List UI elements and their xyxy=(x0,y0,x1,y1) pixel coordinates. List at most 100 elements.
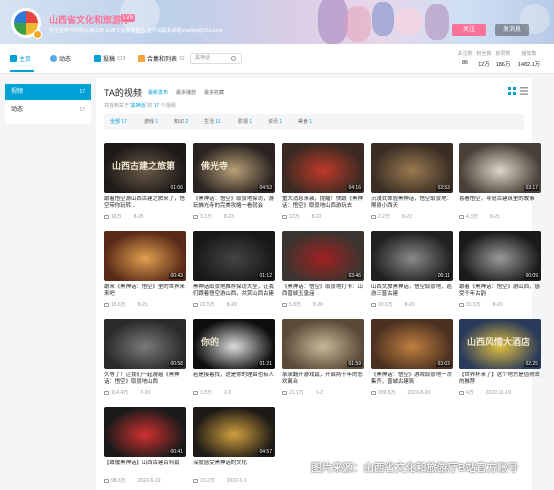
video-card[interactable]: 04:16 重大消息来袭，提醒！快跟《黑神话：悟空》取景地山西游玩去 12万 8-22 xyxy=(282,143,364,227)
tab-dynamic[interactable]: 动态 xyxy=(50,54,71,63)
video-thumbnail[interactable]: 00:43 xyxy=(104,231,186,281)
video-thumbnail[interactable]: 03:46 xyxy=(282,231,364,281)
video-title[interactable]: 【世界杯来了】这个地方是值得去的推荐 xyxy=(459,372,541,386)
filter-knowledge[interactable]: 知识 2 xyxy=(174,118,188,125)
profile-navbar: 主页 动态 投稿 613 合集和列表 22 黑神话 关注数 86 粉丝数 12万… xyxy=(0,44,554,74)
result-keyword: 黑神话 xyxy=(130,103,146,109)
tab-home[interactable]: 主页 xyxy=(10,54,31,63)
home-icon xyxy=(10,55,17,62)
message-button[interactable]: 发消息 xyxy=(495,24,529,36)
image-source-watermark: 图片来源：山西省文化和旅游厅B站官方账号 xyxy=(311,462,519,474)
video-thumbnail[interactable]: 04:57 xyxy=(193,407,275,457)
video-card[interactable]: 03:17 喜看悟空，寻觅古建筑里的故事 4.3万 8-21 xyxy=(459,143,541,227)
video-title[interactable]: 跟着《黑神话：悟空》游山西，感受千年古韵 xyxy=(459,284,541,298)
video-card[interactable]: 04:57 深度感受黑神话的文化 10.2万 2022-1-1 xyxy=(193,407,275,490)
video-meta: 1.8万 2-3 xyxy=(193,389,231,396)
video-title[interactable]: 跟来《黑神话：悟空》里的世界来来吧 xyxy=(104,284,186,298)
video-date: 8-23 xyxy=(223,214,234,220)
filter-all[interactable]: 全部 17 xyxy=(110,118,127,125)
video-thumbnail[interactable]: 山西古建之旅第 01:06 xyxy=(104,143,186,193)
video-thumbnail[interactable]: 01:12 xyxy=(193,231,275,281)
video-card[interactable]: 01:12 黑神话取景地推荐探访大全，让我们跟着悟空游山西，共赏山西古建 22.5万… xyxy=(193,231,275,315)
stat-likes: 获赞数 186万 xyxy=(492,50,514,68)
video-meta: 10.2万 2022-1-1 xyxy=(193,477,247,484)
tab-uploads-label: 投稿 xyxy=(103,57,116,63)
video-thumbnail[interactable]: 01:59 xyxy=(282,319,364,369)
video-card[interactable]: 00:43 跟来《黑神话：悟空》里的世界来来吧 15.6万 8-21 xyxy=(104,231,186,315)
stat-plays: 播放数 1482.1万 xyxy=(514,50,544,68)
video-title[interactable]: 《黑神话：悟空》取景地探访，游玩佛光寺的完美攻略一看就会 xyxy=(193,196,275,210)
video-title[interactable]: 跟着悟空游山西古建之旅来了，悟空带你玩转... xyxy=(104,196,186,210)
video-thumbnail[interactable]: 你的 01:21 xyxy=(193,319,275,369)
video-thumbnail[interactable]: 00:11 xyxy=(371,231,453,281)
video-title[interactable]: 黑神话取景地推荐探访大全，让我们跟着悟空游山西，共赏山西古建 xyxy=(193,284,275,298)
video-thumbnail[interactable]: 00:09 xyxy=(459,231,541,281)
filter-film[interactable]: 影视 1 xyxy=(238,118,252,125)
filter-count: 1 xyxy=(155,119,159,125)
video-card[interactable]: 00:09 跟着《黑神话：悟空》游山西，感受千年古韵 31.5万 8-20 xyxy=(459,231,541,315)
filter-game[interactable]: 游戏 1 xyxy=(144,118,158,125)
tab-collections[interactable]: 合集和列表 22 xyxy=(138,54,185,63)
video-meta: 20.6万 8-20 xyxy=(371,301,415,308)
video-thumbnail[interactable]: 佛光寺 04:53 xyxy=(193,143,275,193)
video-thumbnail[interactable]: 00:41 xyxy=(104,407,186,457)
video-card[interactable]: 山西古建之旅第 01:06 跟着悟空游山西古建之旅来了，悟空带你玩转... 16万 8-… xyxy=(104,143,186,227)
verified-badge-icon xyxy=(33,30,42,39)
filter-news[interactable]: 资讯 1 xyxy=(268,118,282,125)
video-duration: 00:41 xyxy=(169,449,184,455)
list-view-icon[interactable] xyxy=(520,87,528,95)
video-title[interactable]: 重大消息来袭，提醒！快跟《黑神话：悟空》取景地山西游玩去 xyxy=(282,196,364,210)
video-duration: 03:02 xyxy=(436,361,451,367)
video-meta: 16万 8-25 xyxy=(104,213,144,220)
sort-tab-most-played[interactable]: 最多播放 xyxy=(176,89,196,96)
video-views: 98.6万 xyxy=(111,478,126,484)
video-card[interactable]: 01:59 承承翻开游戏篇，开启两千年的悲欢离合 21.1万 1-2 xyxy=(282,319,364,403)
play-count-icon xyxy=(371,302,376,307)
play-count-icon xyxy=(459,390,464,395)
sidebar-item-dynamic[interactable]: 动态 17 xyxy=(5,102,91,118)
video-thumbnail[interactable]: 山西风情大酒店 02:25 xyxy=(459,319,541,369)
video-card[interactable]: 佛光寺 04:53 《黑神话：悟空》取景地探访，游玩佛光寺的完美攻略一看就会 3.1万… xyxy=(193,143,275,227)
search-icon[interactable] xyxy=(231,56,236,61)
video-duration: 03:17 xyxy=(524,185,539,191)
video-views: 209.6万 xyxy=(378,390,396,396)
play-count-icon xyxy=(371,390,376,395)
video-card[interactable]: 山西风情大酒店 02:25 【世界杯来了】这个地方是值得去的推荐 4万 2022-11-… xyxy=(459,319,541,403)
video-title[interactable]: 喜看悟空，寻觅古建筑里的故事 xyxy=(459,196,541,210)
video-thumbnail[interactable]: 00:58 xyxy=(104,319,186,369)
sort-tab-latest[interactable]: 最新发布 xyxy=(148,89,168,96)
sidebar-item-videos[interactable]: 视频 17 xyxy=(5,84,91,100)
video-thumbnail[interactable]: 03:02 xyxy=(371,319,453,369)
video-title[interactable]: 若是接着找，这是你的理由也有人 xyxy=(193,372,275,386)
filter-life[interactable]: 生活 11 xyxy=(204,118,221,125)
filter-food[interactable]: 美食 1 xyxy=(298,118,312,125)
video-meta: 209.6万 2023-8-20 xyxy=(371,389,430,396)
video-card[interactable]: 03:46 《黑神话：悟空》取景地打卡：山西晋城玉皇庙 5.8万 8-20 xyxy=(282,231,364,315)
video-title[interactable]: 【致敬黑神话】山西古建百科篇 xyxy=(104,460,186,474)
video-date: 2022-11-19 xyxy=(485,390,511,396)
sort-tab-most-favorited[interactable]: 最多收藏 xyxy=(204,89,224,96)
video-card[interactable]: 00:58 久等了！让我们一起游遍《黑神话：悟空》取景地山西 114.4万 7-20 xyxy=(104,319,186,403)
video-date: 8-20 xyxy=(312,302,323,308)
video-thumbnail[interactable]: 03:53 xyxy=(371,143,453,193)
video-card[interactable]: 03:02 《黑神话：悟空》游戏取景地一次集齐，晋城古建筑 209.6万 2023-8… xyxy=(371,319,453,403)
video-card[interactable]: 00:11 山西文旅黑神话，悟空取景地，巡游三晋古建 20.6万 8-20 xyxy=(371,231,453,315)
video-title[interactable]: 《黑神话：悟空》取景地打卡：山西晋城玉皇庙 xyxy=(282,284,364,298)
tab-uploads[interactable]: 投稿 613 xyxy=(94,54,125,63)
video-title[interactable]: 沉浸式体验黑神话，悟空取景地：隰县小西天 xyxy=(371,196,453,210)
grid-view-icon[interactable] xyxy=(508,87,516,95)
video-card[interactable]: 03:53 沉浸式体验黑神话，悟空取景地：隰县小西天 2.2万 8-22 xyxy=(371,143,453,227)
video-title[interactable]: 承承翻开游戏篇，开启两千年的悲欢离合 xyxy=(282,372,364,386)
video-card[interactable]: 你的 01:21 若是接着找，这是你的理由也有人 1.8万 2-3 xyxy=(193,319,275,403)
video-title[interactable]: 山西文旅黑神话，悟空取景地，巡游三晋古建 xyxy=(371,284,453,298)
follow-button[interactable]: 关注 xyxy=(452,24,486,36)
video-title[interactable]: 《黑神话：悟空》游戏取景地一次集齐，晋城古建筑 xyxy=(371,372,453,386)
video-thumbnail[interactable]: 03:17 xyxy=(459,143,541,193)
video-title[interactable]: 久等了！让我们一起游遍《黑神话：悟空》取景地山西 xyxy=(104,372,186,386)
video-title[interactable]: 深度感受黑神话的文化 xyxy=(193,460,275,474)
video-card[interactable]: 00:41 【致敬黑神话】山西古建百科篇 98.6万 2022-6-19 xyxy=(104,407,186,490)
filter-count: 2 xyxy=(185,119,189,125)
video-views: 31.5万 xyxy=(466,302,481,308)
video-date: 2-3 xyxy=(223,390,232,396)
video-thumbnail[interactable]: 04:16 xyxy=(282,143,364,193)
